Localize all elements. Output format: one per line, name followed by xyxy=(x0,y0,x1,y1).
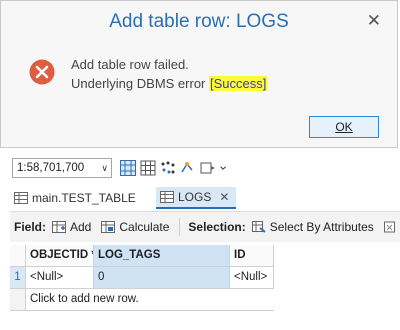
row-header-corner xyxy=(10,245,26,267)
chevron-down-icon: ∨ xyxy=(101,163,108,173)
error-message-highlight: [Success] xyxy=(209,76,268,91)
close-icon[interactable]: ✕ xyxy=(219,190,229,204)
tab-main-test-table[interactable]: main.TEST_TABLE xyxy=(14,187,144,209)
map-tools xyxy=(120,157,230,179)
error-message-line2: Underlying DBMS error [Success] xyxy=(71,76,268,91)
table-tabs: main.TEST_TABLE LOGS ✕ xyxy=(0,187,400,209)
tab-label: main.TEST_TABLE xyxy=(32,191,136,205)
selection-label: Selection: xyxy=(188,220,246,234)
select-by-attributes-icon xyxy=(251,221,266,233)
tab-label: LOGS xyxy=(178,190,212,204)
table-toolbar: Field: Add Calculate Selection: Select B… xyxy=(10,211,400,242)
column-header-objectid[interactable]: OBJECTID * xyxy=(26,245,94,267)
cell-objectid[interactable]: <Null> xyxy=(26,267,94,289)
grid-snap-icon[interactable] xyxy=(120,160,136,176)
snapping-icon[interactable] xyxy=(180,160,196,176)
add-new-row-prompt[interactable]: Click to add new row. xyxy=(26,289,274,311)
table-icon xyxy=(160,191,174,203)
error-message-prefix: Underlying DBMS error xyxy=(71,76,209,91)
calculate-icon xyxy=(101,221,116,233)
error-message-line1: Add table row failed. xyxy=(71,57,189,72)
column-header-id[interactable]: ID xyxy=(230,245,274,267)
map-scale-dropdown[interactable]: 1:58,701,700 ∨ xyxy=(12,158,112,178)
add-field-label: Add xyxy=(70,220,92,234)
select-by-attributes-button[interactable]: Select By Attributes xyxy=(251,220,374,234)
error-icon xyxy=(29,59,55,85)
row-number-empty xyxy=(10,289,26,311)
cell-id[interactable]: <Null> xyxy=(230,267,274,289)
column-header-log-tags[interactable]: LOG_TAGS xyxy=(94,245,230,267)
field-label: Field: xyxy=(14,220,46,234)
add-field-button[interactable]: Add xyxy=(52,220,91,234)
grid-icon[interactable] xyxy=(140,160,156,176)
row-number[interactable]: 1 xyxy=(10,267,26,289)
select-by-attributes-label: Select By Attributes xyxy=(269,220,374,234)
toolbar-divider xyxy=(179,218,181,236)
chevron-down-icon[interactable] xyxy=(220,160,230,176)
map-scale-value: 1:58,701,700 xyxy=(17,162,85,174)
ok-button[interactable]: OK xyxy=(309,116,379,138)
calculate-label: Calculate xyxy=(119,220,170,234)
clear-selection-icon[interactable] xyxy=(383,220,396,234)
error-dialog: Add table row: LOGS ✕ Add table row fail… xyxy=(0,0,398,148)
calculate-field-button[interactable]: Calculate xyxy=(101,220,169,234)
ok-button-label: OK xyxy=(335,120,353,134)
play-icon[interactable] xyxy=(200,160,216,176)
cell-log-tags[interactable]: 0 xyxy=(94,267,230,289)
table-row[interactable]: 1 <Null> 0 <Null> xyxy=(10,267,400,289)
table-icon xyxy=(14,192,28,204)
scatter-points-icon[interactable] xyxy=(160,160,176,176)
add-field-icon xyxy=(52,221,66,233)
close-icon[interactable]: ✕ xyxy=(367,12,381,29)
tab-logs[interactable]: LOGS ✕ xyxy=(156,187,236,209)
table-header-row: OBJECTID * LOG_TAGS ID xyxy=(10,245,400,267)
dialog-title: Add table row: LOGS xyxy=(109,11,289,32)
add-row-row[interactable]: Click to add new row. xyxy=(10,289,400,311)
